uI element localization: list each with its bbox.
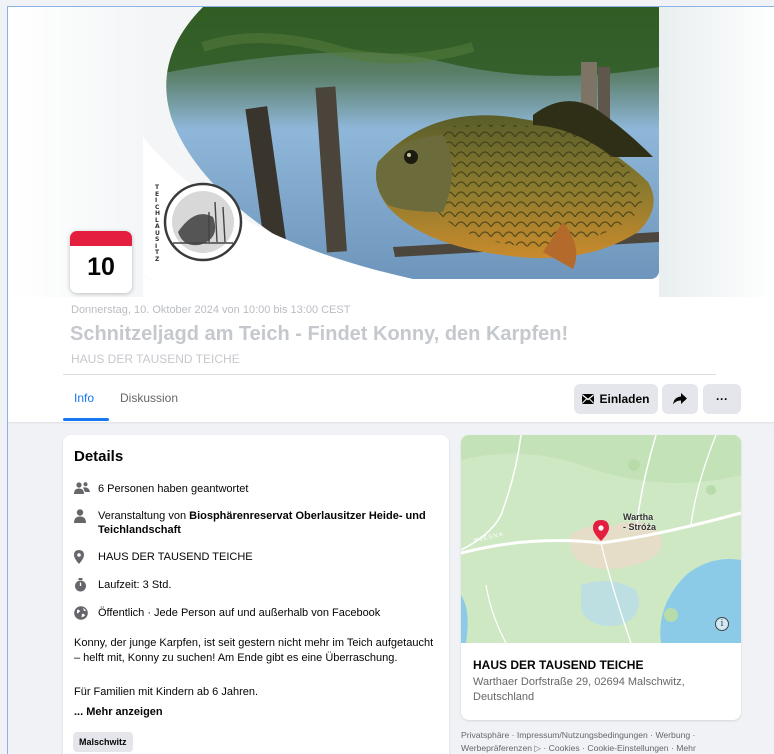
event-header: TEICHLAUSITZ 10 Donnerstag, 10. Oktober …: [8, 7, 774, 422]
event-datetime: Donnerstag, 10. Oktober 2024 von 10:00 b…: [71, 304, 351, 316]
footer-link-ads[interactable]: Werbung: [655, 730, 690, 740]
person-icon: [74, 509, 98, 537]
location-link[interactable]: HAUS DER TAUSEND TEICHE: [98, 550, 253, 564]
location-card: Wartha - Stróża WJESNA i HAUS DER TAUSEN…: [461, 435, 741, 720]
location-map[interactable]: Wartha - Stróża WJESNA i: [461, 435, 741, 644]
footer-link-privacy[interactable]: Privatsphäre: [461, 730, 509, 740]
people-icon: [74, 482, 98, 496]
tab-info[interactable]: Info: [74, 391, 94, 405]
location-row: HAUS DER TAUSEND TEICHE: [74, 550, 253, 564]
event-date-day: 10: [87, 253, 115, 281]
duration-row: Laufzeit: 3 Std.: [74, 578, 171, 592]
footer-links: Privatsphäre · Impressum/Nutzungsbedingu…: [461, 730, 696, 753]
footer-link-more[interactable]: Mehr: [676, 743, 696, 753]
envelope-icon: [582, 394, 595, 404]
show-more-link[interactable]: ... Mehr anzeigen: [74, 706, 163, 718]
event-host[interactable]: HAUS DER TAUSEND TEICHE: [71, 352, 240, 366]
event-page: TEICHLAUSITZ 10 Donnerstag, 10. Oktober …: [7, 6, 774, 754]
footer-link-imprint[interactable]: Impressum/Nutzungsbedingungen: [517, 730, 648, 740]
event-audience: Für Familien mit Kindern ab 6 Jahren.: [74, 686, 259, 698]
more-dots-icon: ···: [716, 392, 728, 406]
map-place-label: Wartha - Stróża: [623, 512, 657, 532]
event-title: Schnitzeljagd am Teich - Findet Konny, d…: [70, 323, 569, 345]
globe-icon: [74, 606, 98, 620]
details-card: Details 6 Personen haben geantwortet Ver…: [63, 435, 449, 754]
footer-link-ad-prefs[interactable]: Werbepräferenzen: [461, 743, 532, 753]
logo-vertical-text: TEICHLAUSITZ: [155, 184, 161, 263]
footer-link-cookie-settings[interactable]: Cookie-Einstellungen: [587, 743, 668, 753]
active-tab-indicator: [63, 418, 109, 421]
header-divider: [63, 374, 716, 375]
event-date-badge: 10: [70, 231, 132, 293]
responses-row: 6 Personen haben geantwortet: [74, 482, 248, 496]
place-name[interactable]: HAUS DER TAUSEND TEICHE: [473, 658, 643, 672]
event-description: Konny, der junge Karpfen, ist seit geste…: [74, 637, 434, 664]
organizer-row: Veranstaltung von Biosphärenreservat Obe…: [74, 509, 439, 537]
place-address: Warthaer Dorfstraße 29, 02694 Malschwitz…: [473, 676, 685, 703]
location-pin-icon: [74, 550, 98, 564]
more-options-button[interactable]: ···: [703, 384, 741, 414]
share-button[interactable]: [662, 384, 698, 414]
privacy-row: Öffentlich · Jede Person auf und außerha…: [74, 606, 380, 620]
adchoices-icon[interactable]: ▷: [534, 743, 541, 753]
info-icon[interactable]: i: [715, 617, 729, 631]
cover-photo: TEICHLAUSITZ: [143, 7, 659, 279]
invite-label: Einladen: [599, 392, 650, 406]
invite-button[interactable]: Einladen: [574, 384, 658, 414]
details-heading: Details: [74, 448, 124, 465]
tab-discussion[interactable]: Diskussion: [120, 391, 178, 405]
stopwatch-icon: [74, 578, 98, 592]
tag-chip[interactable]: Malschwitz: [73, 732, 133, 752]
footer-link-cookies[interactable]: Cookies: [549, 743, 580, 753]
share-arrow-icon: [673, 393, 687, 405]
